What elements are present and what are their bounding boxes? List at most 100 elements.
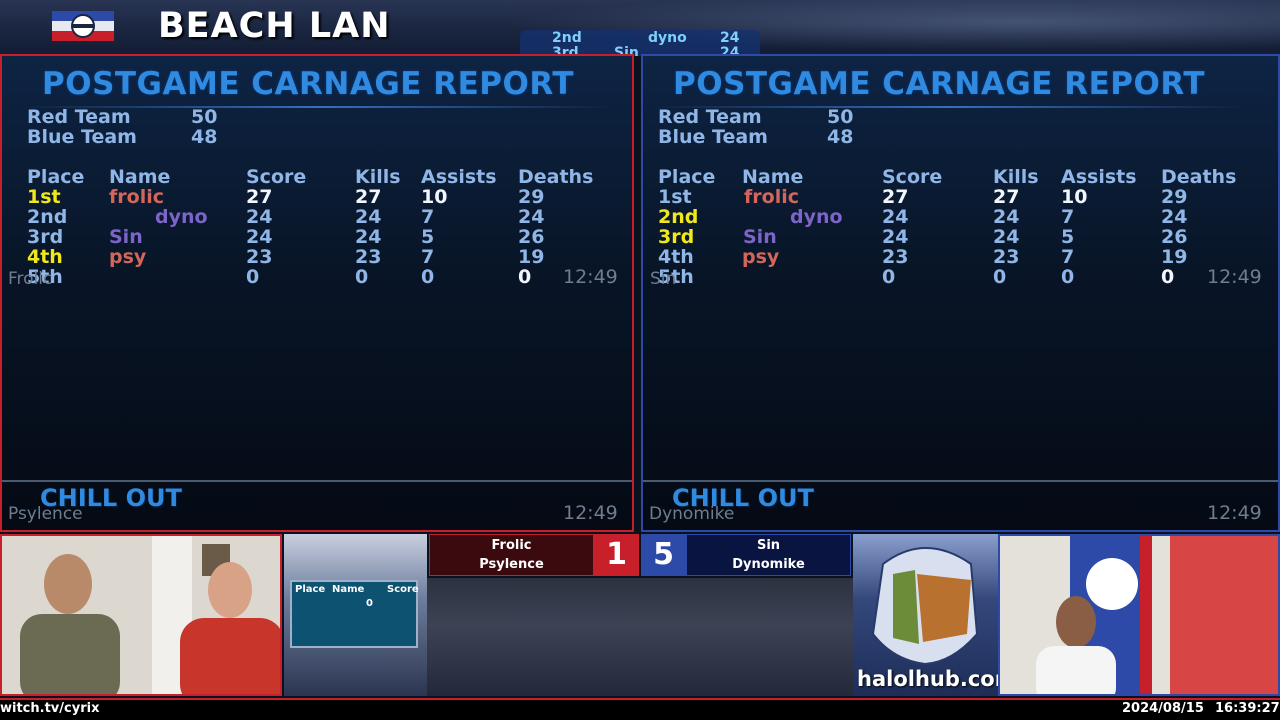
team-score: 50 <box>191 106 218 128</box>
row-name: frolic <box>109 186 164 208</box>
team-right-score: 5 <box>641 534 686 576</box>
header-assists: Assists <box>1061 166 1137 188</box>
team-left-player1: Frolic <box>491 538 532 553</box>
ticker-rank: 2nd <box>552 30 582 46</box>
row-assists: 7 <box>421 246 435 268</box>
team-left-player2: Psylence <box>479 557 544 572</box>
row-name: psy <box>742 246 780 268</box>
mini-scoreboard: Place Name Score 0 <box>290 580 419 648</box>
row-assists: 10 <box>1061 186 1088 208</box>
team-score: 48 <box>191 126 218 148</box>
row-assists: 5 <box>421 226 435 248</box>
team-left-score: 1 <box>594 534 639 576</box>
mini-value: 0 <box>366 598 373 609</box>
webcam-right <box>998 534 1280 696</box>
row-assists: 0 <box>1061 266 1075 288</box>
webcam-right-image <box>1000 536 1278 694</box>
row-assists: 7 <box>1061 246 1075 268</box>
mini-header-score: Score <box>387 584 419 595</box>
game-timer-bottom: 12:49 <box>563 502 618 524</box>
row-assists: 0 <box>421 266 435 288</box>
row-score: 27 <box>246 186 273 208</box>
webcam-left <box>0 534 282 696</box>
header-name: Name <box>742 166 804 188</box>
header-deaths: Deaths <box>518 166 594 188</box>
team-name: Red Team <box>27 106 131 128</box>
row-kills: 0 <box>355 266 369 288</box>
row-deaths: 24 <box>518 206 545 228</box>
header-deaths: Deaths <box>1161 166 1237 188</box>
row-kills: 23 <box>355 246 382 268</box>
row-score: 0 <box>882 266 896 288</box>
player-gamertag: Dynomike <box>649 504 735 524</box>
row-deaths: 29 <box>1161 186 1188 208</box>
team-right-score-value: 5 <box>653 537 674 572</box>
row-place: 3rd <box>658 226 695 248</box>
footer-date: 2024/08/15 <box>1122 701 1204 716</box>
row-score: 24 <box>882 226 909 248</box>
ticker-name: dyno <box>648 30 687 46</box>
team-score: 50 <box>827 106 854 128</box>
footer-bar: witch.tv/cyrix 2024/08/15 16:39:27 <box>0 698 1280 720</box>
row-score: 27 <box>882 186 909 208</box>
row-assists: 7 <box>1061 206 1075 228</box>
pcr-title: POSTGAME CARNAGE REPORT <box>652 66 1246 108</box>
team-name: Red Team <box>658 106 762 128</box>
row-place: 4th <box>27 246 63 268</box>
ticker-score: 24 <box>720 30 740 46</box>
row-deaths: 26 <box>518 226 545 248</box>
row-deaths: 19 <box>1161 246 1188 268</box>
mini-header-name: Name <box>332 584 365 595</box>
game-timer: 12:49 <box>563 266 618 288</box>
row-score: 23 <box>882 246 909 268</box>
team-right-names: Sin Dynomike <box>686 534 851 576</box>
header-place: Place <box>658 166 716 188</box>
row-assists: 5 <box>1061 226 1075 248</box>
row-place: 2nd <box>27 206 68 228</box>
divider <box>2 480 632 482</box>
row-kills: 27 <box>993 186 1020 208</box>
row-deaths: 29 <box>518 186 545 208</box>
row-deaths: 0 <box>518 266 532 288</box>
row-score: 24 <box>882 206 909 228</box>
terrain-view <box>427 578 853 696</box>
row-name: frolic <box>744 186 799 208</box>
row-name: Sin <box>743 226 777 248</box>
header-assists: Assists <box>421 166 497 188</box>
event-logo <box>52 11 114 41</box>
minimap-preview: Place Name Score 0 <box>284 534 427 696</box>
row-name: dyno <box>155 206 208 228</box>
mini-header-place: Place <box>295 584 326 595</box>
row-kills: 0 <box>993 266 1007 288</box>
game-timer: 12:49 <box>1207 266 1262 288</box>
row-kills: 24 <box>993 206 1020 228</box>
game-timer-bottom: 12:49 <box>1207 502 1262 524</box>
footer-time: 16:39:27 <box>1215 701 1280 716</box>
row-name: dyno <box>790 206 843 228</box>
row-deaths: 24 <box>1161 206 1188 228</box>
pcr-panel-right: POSTGAME CARNAGE REPORT Red Team 50 Blue… <box>641 54 1280 532</box>
row-deaths: 19 <box>518 246 545 268</box>
row-kills: 23 <box>993 246 1020 268</box>
row-kills: 27 <box>355 186 382 208</box>
team-right-player2: Dynomike <box>732 557 805 572</box>
team-name: Blue Team <box>27 126 137 148</box>
overlay-player-name: Frolic <box>8 269 53 289</box>
row-score: 24 <box>246 226 273 248</box>
overlay-player-name: Sin <box>650 269 677 289</box>
header-score: Score <box>882 166 943 188</box>
row-score: 23 <box>246 246 273 268</box>
header-kills: Kills <box>993 166 1039 188</box>
row-assists: 7 <box>421 206 435 228</box>
row-assists: 10 <box>421 186 448 208</box>
pcr-panel-left: POSTGAME CARNAGE REPORT Red Team 50 Blue… <box>0 54 634 532</box>
event-title: BEACH LAN <box>158 6 391 46</box>
player-gamertag: Psylence <box>8 504 83 524</box>
team-name: Blue Team <box>658 126 768 148</box>
row-kills: 24 <box>355 206 382 228</box>
sponsor-url: halolhub.com <box>857 667 998 691</box>
header-name: Name <box>109 166 171 188</box>
header-kills: Kills <box>355 166 401 188</box>
row-name: psy <box>109 246 147 268</box>
sponsor-panel: halolhub.com <box>853 534 998 696</box>
